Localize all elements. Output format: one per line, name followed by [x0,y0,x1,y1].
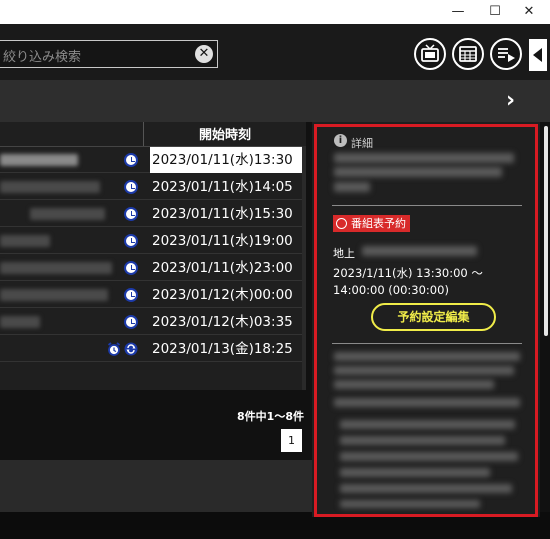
detail-scrollbar[interactable] [544,126,548,336]
table-row[interactable]: 2023/01/11(水)19:00 [0,228,302,254]
list-play-button[interactable] [490,38,522,70]
start-time: 2023/01/11(水)19:00 [152,233,293,249]
table-scrollbar[interactable] [302,146,306,390]
clock-icon [124,234,138,248]
clock-icon [124,180,138,194]
table-row[interactable]: 2023/01/11(水)23:00 [0,255,302,281]
start-time: 2023/01/13(金)18:25 [152,341,293,357]
table-row[interactable]: 2023/01/13(金)18:25 [0,336,302,362]
clock-icon [124,315,138,329]
title-redacted [0,235,50,247]
clock-icon [124,153,138,167]
start-time: 2023/01/12(木)03:35 [152,314,293,330]
clock-icon [124,261,138,275]
title-redacted [0,262,112,274]
result-count: 8件中1〜8件 [237,410,304,423]
repeat-icon [124,342,138,356]
page-button[interactable]: 1 [281,429,302,452]
title-redacted [0,289,108,301]
alarm-icon [107,342,121,356]
triangle-left-icon [533,48,542,62]
column-header-start-time[interactable]: 開始時刻 [150,124,300,143]
list-play-icon [498,48,515,62]
program-guide-button[interactable] [452,38,484,70]
table-row[interactable]: 2023/01/12(木)03:35 [0,309,302,335]
tv-icon [421,44,439,62]
program-guide-icon [459,46,477,62]
start-time: 2023/01/11(水)15:30 [152,206,293,222]
start-time: 2023/01/11(水)14:05 [152,179,293,195]
table-row[interactable]: 2023/01/11(水)15:30 [0,201,302,227]
title-redacted [0,181,100,193]
title-redacted [30,208,105,220]
start-time: 2023/01/11(水)23:00 [152,260,293,276]
bottom-area [0,460,312,512]
search-clear-icon[interactable]: ✕ [195,45,213,63]
close-window-button[interactable]: ✕ [506,0,550,24]
title-redacted [0,316,40,328]
clock-icon [124,207,138,221]
chevron-right-icon[interactable]: › [506,88,515,113]
start-time: 2023/01/11(水)13:30 [150,147,302,173]
title-redacted [0,154,78,166]
sub-bar [0,80,550,122]
tv-button[interactable] [414,38,446,70]
collapse-panel-button[interactable] [529,39,547,71]
highlight-frame [314,124,538,517]
search-placeholder: 絞り込み検索 [3,50,82,65]
start-time: 2023/01/12(木)00:00 [152,287,293,303]
clock-icon [124,288,138,302]
table-row[interactable]: 2023/01/11(水)13:30 [0,147,302,173]
table-row[interactable]: 2023/01/12(木)00:00 [0,282,302,308]
table-row[interactable]: 2023/01/11(水)14:05 [0,174,302,200]
header-divider [143,122,144,146]
